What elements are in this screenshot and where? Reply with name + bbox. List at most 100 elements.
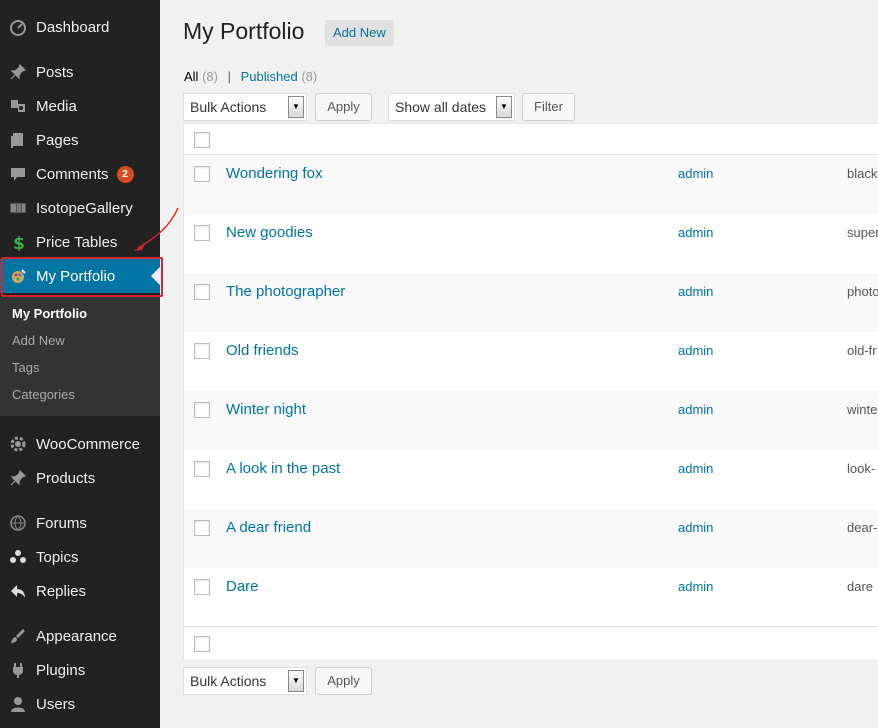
bulk-actions-label: Bulk Actions: [190, 673, 267, 689]
post-title-link[interactable]: New goodies: [226, 224, 313, 241]
sidebar-item-label: My Portfolio: [36, 267, 116, 285]
sidebar-item-users[interactable]: Users: [0, 687, 160, 721]
media-icon: [0, 97, 36, 115]
posts-table: Wondering fox admin black New goodies admin s…: [183, 123, 878, 659]
page-title: My Portfolio: [183, 18, 305, 44]
sidebar-item-label: Replies: [36, 582, 87, 600]
submenu-item-tags[interactable]: Tags: [12, 360, 39, 375]
sidebar-item-label: Appearance: [36, 627, 117, 645]
bulk-actions-select-bottom[interactable]: Bulk Actions ▼: [183, 667, 307, 695]
filter-published-count: (8): [301, 69, 318, 84]
post-title-link[interactable]: Dare: [226, 578, 259, 595]
dollar-icon: $: [0, 233, 36, 251]
row-checkbox[interactable]: [194, 166, 210, 182]
post-slug: old-fr: [847, 343, 877, 358]
submenu-item-my-portfolio[interactable]: My Portfolio: [12, 306, 87, 321]
user-icon: [0, 695, 36, 713]
author-link[interactable]: admin: [678, 284, 713, 299]
author-link[interactable]: admin: [678, 579, 713, 594]
sidebar-item-woocommerce[interactable]: WooCommerce: [0, 427, 160, 461]
gallery-icon: [0, 199, 36, 217]
author-link[interactable]: admin: [678, 520, 713, 535]
bulk-actions-label: Bulk Actions: [190, 99, 267, 115]
sidebar-item-products[interactable]: Products: [0, 461, 160, 495]
post-title-link[interactable]: The photographer: [226, 283, 345, 300]
author-link[interactable]: admin: [678, 225, 713, 240]
sidebar-item-my-portfolio[interactable]: My Portfolio: [0, 259, 160, 293]
row-checkbox[interactable]: [194, 520, 210, 536]
table-row: A look in the past admin look-: [184, 450, 878, 509]
sidebar-item-posts[interactable]: Posts: [0, 55, 160, 89]
table-header: [184, 124, 878, 155]
filter-published[interactable]: Published: [241, 69, 298, 84]
post-slug: super: [847, 225, 878, 240]
post-title-link[interactable]: A dear friend: [226, 519, 311, 536]
row-checkbox[interactable]: [194, 579, 210, 595]
sidebar-item-label: Products: [36, 469, 96, 487]
plugin-icon: [0, 661, 36, 679]
post-title-link[interactable]: Wondering fox: [226, 165, 322, 182]
sidebar-item-appearance[interactable]: Appearance: [0, 619, 160, 653]
apply-button-bottom[interactable]: Apply: [315, 667, 372, 695]
filter-all[interactable]: All: [184, 69, 198, 84]
gear-icon: [0, 435, 36, 453]
table-row: Winter night admin winte: [184, 391, 878, 450]
row-checkbox[interactable]: [194, 343, 210, 359]
row-checkbox[interactable]: [194, 225, 210, 241]
sidebar-item-pages[interactable]: Pages: [0, 123, 160, 157]
add-new-button[interactable]: Add New: [325, 20, 394, 46]
sidebar-item-plugins[interactable]: Plugins: [0, 653, 160, 687]
dates-label: Show all dates: [395, 99, 487, 115]
author-link[interactable]: admin: [678, 343, 713, 358]
table-row: Dare admin dare: [184, 568, 878, 627]
submenu-item-add-new[interactable]: Add New: [12, 333, 65, 348]
bulk-actions-select[interactable]: Bulk Actions ▼: [183, 93, 307, 121]
author-link[interactable]: admin: [678, 166, 713, 181]
main-content: My Portfolio Add New All (8) | Published…: [160, 0, 878, 728]
sidebar-item-replies[interactable]: Replies: [0, 574, 160, 608]
post-title-link[interactable]: Old friends: [226, 342, 299, 359]
row-checkbox[interactable]: [194, 461, 210, 477]
sidebar-item-media[interactable]: Media: [0, 89, 160, 123]
topics-icon: [0, 548, 36, 566]
post-slug: black: [847, 166, 878, 181]
table-row: New goodies admin super: [184, 214, 878, 273]
chevron-down-icon: ▼: [496, 96, 512, 118]
apply-button[interactable]: Apply: [315, 93, 372, 121]
sidebar-item-comments[interactable]: Comments 2: [0, 157, 160, 191]
globe-icon: [0, 514, 36, 532]
portfolio-submenu: My Portfolio Add New Tags Categories: [0, 297, 160, 416]
filter-all-count: (8): [202, 69, 218, 84]
brush-icon: [0, 627, 36, 645]
sidebar-item-label: Forums: [36, 514, 87, 532]
status-filter: All (8) | Published (8): [184, 69, 317, 84]
sidebar-item-label: Comments: [36, 165, 109, 183]
author-link[interactable]: admin: [678, 402, 713, 417]
filter-button[interactable]: Filter: [522, 93, 575, 121]
post-slug: dare: [847, 579, 874, 594]
pages-icon: [0, 131, 36, 149]
table-row: The photographer admin photo: [184, 273, 878, 332]
sidebar-item-forums[interactable]: Forums: [0, 506, 160, 540]
pin-icon: [0, 63, 36, 81]
row-checkbox[interactable]: [194, 284, 210, 300]
sidebar-item-label: Users: [36, 695, 76, 713]
chevron-down-icon: ▼: [288, 670, 304, 692]
sidebar-item-label: WooCommerce: [36, 435, 140, 453]
chevron-down-icon: ▼: [288, 96, 304, 118]
sidebar-item-label: Dashboard: [36, 18, 110, 36]
post-title-link[interactable]: Winter night: [226, 401, 306, 418]
author-link[interactable]: admin: [678, 461, 713, 476]
select-all-checkbox-footer[interactable]: [194, 636, 210, 652]
sidebar-item-label: Price Tables: [36, 233, 118, 251]
sidebar-item-dashboard[interactable]: Dashboard: [0, 10, 160, 44]
table-row: A dear friend admin dear-: [184, 509, 878, 568]
dates-select[interactable]: Show all dates ▼: [388, 93, 515, 121]
post-title-link[interactable]: A look in the past: [226, 460, 340, 477]
submenu-item-categories[interactable]: Categories: [12, 387, 75, 402]
table-row: Wondering fox admin black: [184, 155, 878, 214]
select-all-checkbox[interactable]: [194, 132, 210, 148]
row-checkbox[interactable]: [194, 402, 210, 418]
sidebar-item-topics[interactable]: Topics: [0, 540, 160, 574]
pin-icon: [0, 469, 36, 487]
